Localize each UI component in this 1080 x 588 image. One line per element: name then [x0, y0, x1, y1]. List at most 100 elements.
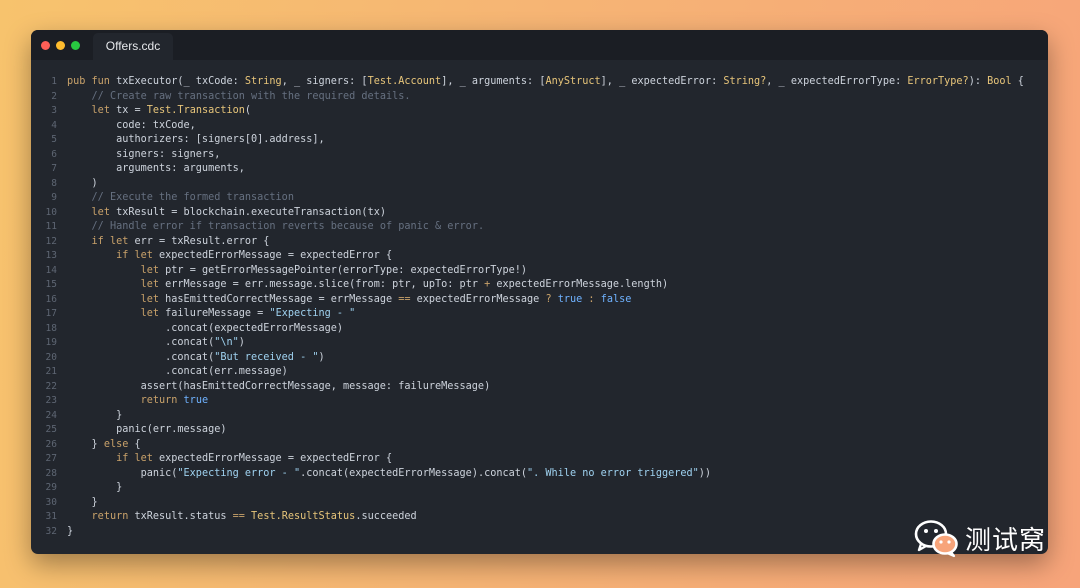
code-text: arguments: arguments, [67, 162, 245, 177]
code-line[interactable]: 18 .concat(expectedErrorMessage) [31, 322, 1048, 337]
watermark-text: 测试窝 [965, 525, 1047, 556]
code-line[interactable]: 28 panic("Expecting error - ".concat(exp… [31, 467, 1048, 482]
code-line[interactable]: 15 let errMessage = err.message.slice(fr… [31, 278, 1048, 293]
code-line[interactable]: 32} [31, 525, 1048, 540]
code-token: txResult.status [134, 511, 233, 522]
line-number: 16 [45, 293, 57, 305]
maximize-window-button[interactable] [71, 41, 80, 50]
line-number: 9 [51, 192, 57, 203]
code-token: signers: signers, [67, 148, 221, 160]
code-text: let tx = Test.Transaction( [67, 104, 252, 119]
code-text: // Execute the formed transaction [67, 191, 294, 206]
code-text: signers: signers, [67, 148, 220, 163]
code-text: } [67, 409, 122, 424]
line-number: 10 [45, 206, 57, 218]
code-token: let [140, 264, 166, 276]
code-line[interactable]: 23 return true [31, 394, 1048, 409]
code-token: .succeeded [355, 511, 417, 522]
line-number: 2 [51, 90, 57, 102]
line-number: 11 [45, 221, 57, 232]
code-token: , _ signers: [ [281, 76, 368, 87]
code-line[interactable]: 19 .concat("\n") [31, 336, 1048, 351]
line-number: 22 [45, 380, 57, 392]
file-tab[interactable]: Offers.cdc [93, 33, 173, 60]
code-editor[interactable]: 1 pub fun txExecutor(_ txCode: String, _ … [31, 75, 1048, 539]
code-text: panic("Expecting error - ".concat(expect… [67, 467, 711, 482]
close-window-button[interactable] [41, 41, 50, 50]
code-text: panic(err.message) [67, 423, 226, 438]
line-number: 25 [45, 424, 57, 435]
code-text: .concat("\n") [67, 336, 245, 351]
code-token: if let [91, 235, 135, 247]
code-line[interactable]: 20 .concat("But received - ") [31, 351, 1048, 366]
code-line[interactable]: 2 // Create raw transaction with the req… [31, 90, 1048, 105]
code-line[interactable]: 10 let txResult = blockchain.executeTran… [31, 206, 1048, 221]
code-token: "\n" [214, 337, 239, 348]
code-text: let failureMessage = "Expecting - " [67, 307, 356, 322]
code-line[interactable]: 17 let failureMessage = "Expecting - " [31, 307, 1048, 322]
code-line[interactable]: 7 arguments: arguments, [31, 162, 1048, 177]
code-token: "But received - " [214, 351, 319, 363]
code-text: let hasEmittedCorrectMessage = errMessag… [67, 293, 632, 308]
code-line[interactable]: 3 let tx = Test.Transaction( [31, 104, 1048, 119]
code-line[interactable]: 26 } else { [31, 438, 1048, 453]
line-number: 6 [51, 148, 57, 160]
code-token: panic(err.message) [67, 424, 227, 435]
line-number: 18 [45, 322, 57, 334]
code-token: ( [244, 105, 252, 116]
code-text: } [67, 496, 98, 511]
code-token: err = txResult.error { [134, 235, 270, 247]
code-line[interactable]: 27 if let expectedErrorMessage = expecte… [31, 452, 1048, 467]
minimize-window-button[interactable] [56, 41, 65, 50]
line-number: 31 [45, 511, 57, 522]
code-line[interactable]: 6 signers: signers, [31, 148, 1048, 163]
code-token: .concat( [67, 337, 215, 348]
code-line[interactable]: 16 let hasEmittedCorrectMessage = errMes… [31, 293, 1048, 308]
code-line[interactable]: 25 panic(err.message) [31, 423, 1048, 438]
code-text: return true [67, 394, 208, 409]
code-line[interactable]: 4 code: txCode, [31, 119, 1048, 134]
line-number: 20 [45, 351, 57, 363]
code-line[interactable]: 8 ) [31, 177, 1048, 192]
code-token: return [140, 395, 184, 406]
code-token: hasEmittedCorrectMessage = errMessage [165, 293, 399, 305]
code-token: )) [698, 467, 712, 479]
code-line[interactable]: 12 if let err = txResult.error { [31, 235, 1048, 250]
line-number: 1 [51, 76, 57, 87]
code-line[interactable]: 13 if let expectedErrorMessage = expecte… [31, 249, 1048, 264]
code-token: Test.Account [367, 76, 442, 87]
code-line[interactable]: 1 pub fun txExecutor(_ txCode: String, _ … [31, 75, 1048, 90]
line-number: 21 [45, 366, 57, 377]
code-token: else [103, 438, 129, 450]
code-line[interactable]: 24 } [31, 409, 1048, 424]
code-token: ptr = getErrorMessagePointer(errorType: … [165, 264, 528, 276]
code-token: } [67, 525, 74, 537]
code-line[interactable]: 5 authorizers: [signers[0].address], [31, 133, 1048, 148]
code-token: Test.ResultStatus [251, 511, 356, 522]
code-line[interactable]: 31 return txResult.status == Test.Result… [31, 510, 1048, 525]
code-line[interactable]: 9 // Execute the formed transaction [31, 191, 1048, 206]
code-line[interactable]: 14 let ptr = getErrorMessagePointer(erro… [31, 264, 1048, 279]
code-token: String? [723, 76, 767, 87]
code-token: let [140, 308, 166, 319]
code-token: ) [238, 337, 245, 348]
code-text: // Handle error if transaction reverts b… [67, 220, 485, 235]
line-number: 29 [45, 482, 57, 493]
code-line[interactable]: 21 .concat(err.message) [31, 365, 1048, 380]
code-token: == [398, 293, 411, 305]
code-token: "Expecting error - " [177, 467, 301, 479]
code-token: arguments: arguments, [67, 163, 245, 174]
code-line[interactable]: 11 // Handle error if transaction revert… [31, 220, 1048, 235]
code-line[interactable]: 30 } [31, 496, 1048, 511]
code-line[interactable]: 22 assert(hasEmittedCorrectMessage, mess… [31, 380, 1048, 395]
code-line[interactable]: 29 } [31, 481, 1048, 496]
code-token: // Create raw transaction with the requi… [91, 90, 411, 102]
code-token: expectedErrorMessage = expectedError { [159, 250, 393, 261]
